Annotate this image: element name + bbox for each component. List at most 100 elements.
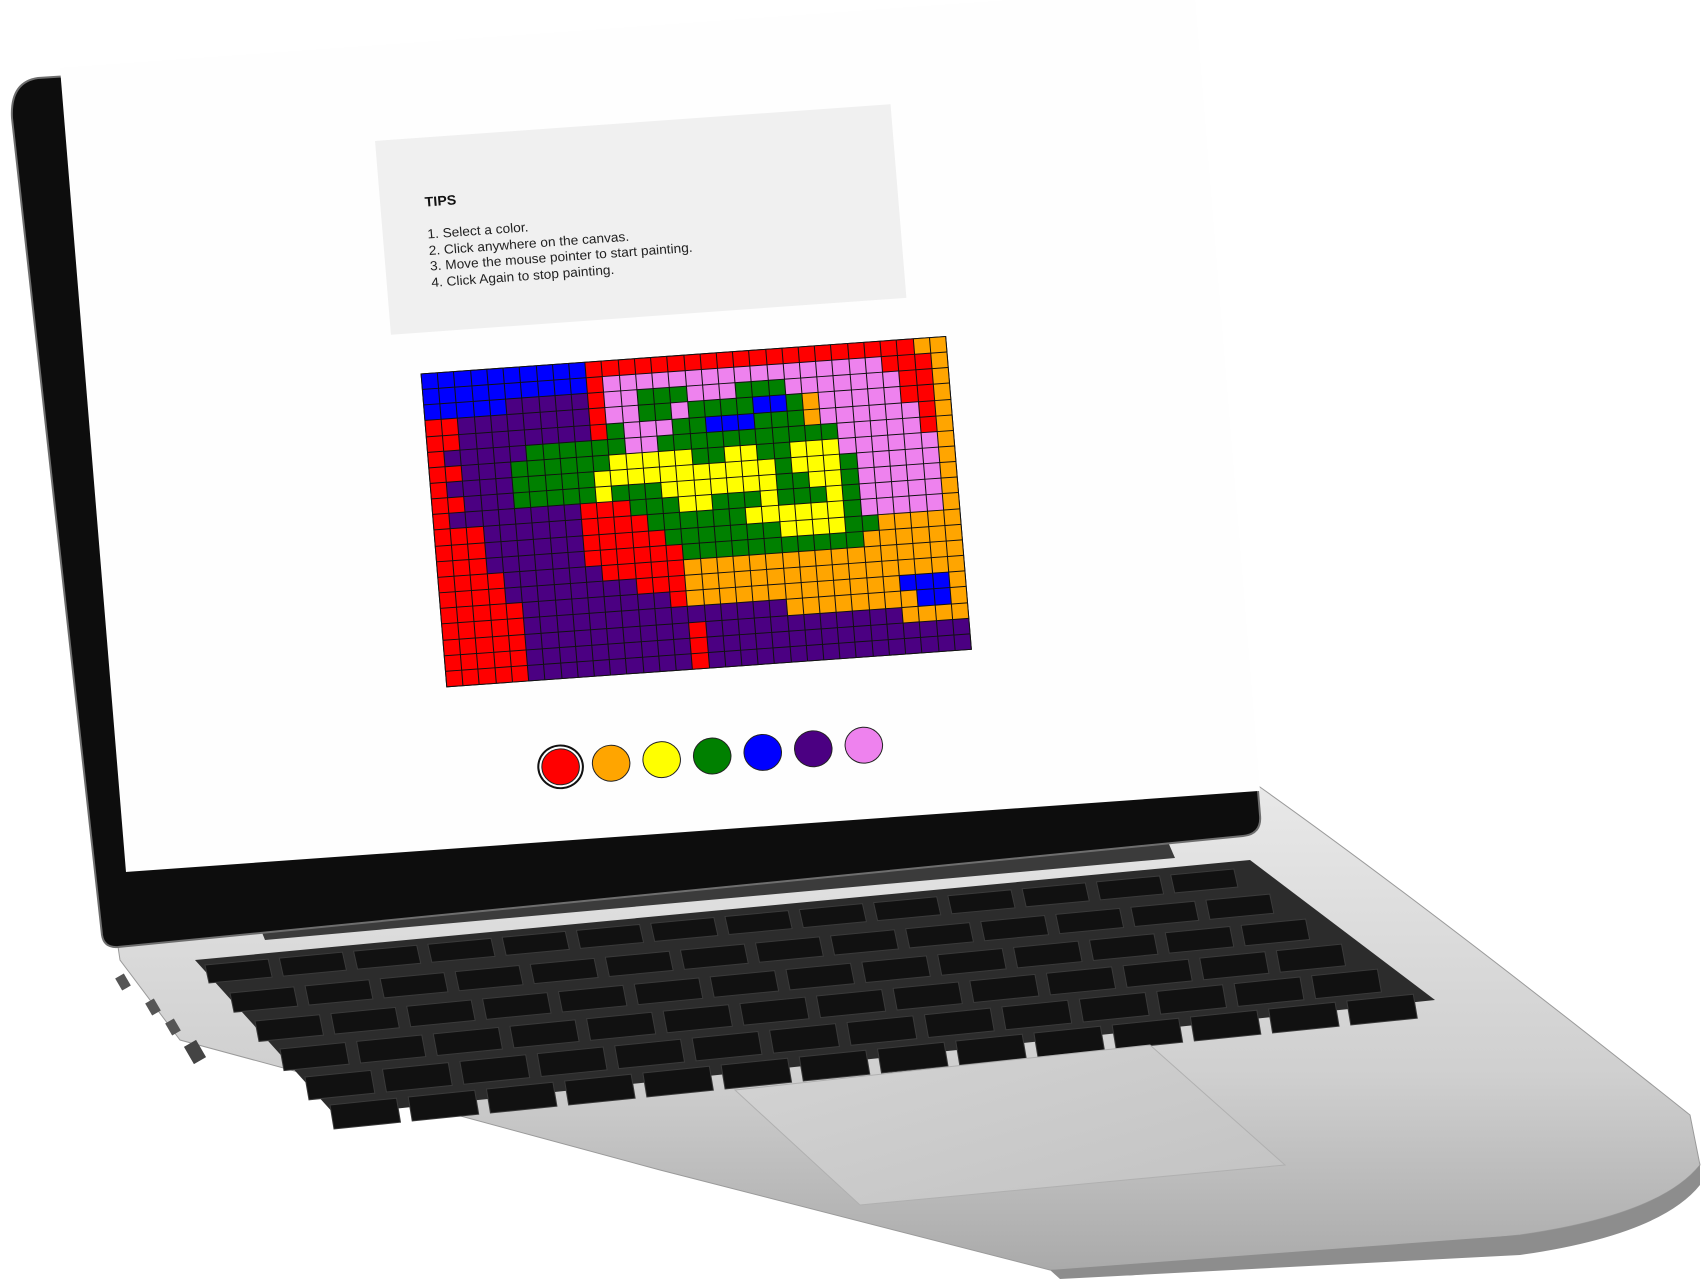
canvas-cell[interactable] xyxy=(510,650,527,666)
canvas-cell[interactable] xyxy=(663,513,681,530)
canvas-cell[interactable] xyxy=(871,435,889,452)
canvas-cell[interactable] xyxy=(609,658,627,675)
canvas-cell[interactable] xyxy=(474,621,492,638)
canvas-cell[interactable] xyxy=(903,417,921,434)
canvas-cell[interactable] xyxy=(686,385,704,402)
canvas-cell[interactable] xyxy=(464,496,482,512)
canvas-cell[interactable] xyxy=(806,440,823,456)
canvas-cell[interactable] xyxy=(921,432,938,448)
canvas-cell[interactable] xyxy=(878,513,895,530)
canvas-cell[interactable] xyxy=(531,507,549,523)
canvas-cell[interactable] xyxy=(569,362,586,379)
canvas-cell[interactable] xyxy=(896,528,913,544)
canvas-cell[interactable] xyxy=(618,563,636,580)
canvas-cell[interactable] xyxy=(931,352,948,369)
canvas-cell[interactable] xyxy=(561,473,579,490)
canvas-cell[interactable] xyxy=(469,558,487,575)
canvas-cell[interactable] xyxy=(651,561,669,578)
canvas-cell[interactable] xyxy=(658,450,676,467)
canvas-cell[interactable] xyxy=(669,575,686,592)
canvas-cell[interactable] xyxy=(640,625,657,641)
canvas-cell[interactable] xyxy=(586,377,604,393)
canvas-cell[interactable] xyxy=(807,455,825,472)
canvas-cell[interactable] xyxy=(936,415,953,431)
canvas-cell[interactable] xyxy=(864,546,882,562)
canvas-cell[interactable] xyxy=(877,498,894,514)
canvas-cell[interactable] xyxy=(507,618,525,635)
canvas-cell[interactable] xyxy=(650,545,667,562)
canvas-cell[interactable] xyxy=(720,399,738,415)
canvas-cell[interactable] xyxy=(841,469,859,485)
canvas-cell[interactable] xyxy=(481,494,498,511)
canvas-cell[interactable] xyxy=(707,636,724,652)
canvas-cell[interactable] xyxy=(607,627,624,644)
canvas-cell[interactable] xyxy=(942,493,960,510)
canvas-cell[interactable] xyxy=(625,641,642,658)
canvas-cell[interactable] xyxy=(595,486,613,503)
canvas-cell[interactable] xyxy=(870,419,888,436)
canvas-cell[interactable] xyxy=(494,462,512,479)
canvas-cell[interactable] xyxy=(702,384,720,401)
canvas-cell[interactable] xyxy=(932,572,950,589)
canvas-cell[interactable] xyxy=(723,634,741,651)
canvas-cell[interactable] xyxy=(783,567,801,584)
canvas-cell[interactable] xyxy=(918,400,936,417)
canvas-cell[interactable] xyxy=(898,559,916,576)
canvas-cell[interactable] xyxy=(639,420,657,437)
canvas-cell[interactable] xyxy=(864,341,881,358)
canvas-cell[interactable] xyxy=(717,556,734,573)
canvas-cell[interactable] xyxy=(563,489,580,505)
canvas-cell[interactable] xyxy=(600,549,618,566)
canvas-cell[interactable] xyxy=(638,404,656,421)
canvas-cell[interactable] xyxy=(773,647,791,663)
canvas-cell[interactable] xyxy=(490,604,507,621)
canvas-cell[interactable] xyxy=(880,545,898,561)
canvas-cell[interactable] xyxy=(868,593,885,609)
canvas-cell[interactable] xyxy=(757,648,775,665)
canvas-cell[interactable] xyxy=(803,408,821,425)
canvas-cell[interactable] xyxy=(589,613,607,629)
canvas-cell[interactable] xyxy=(754,412,772,429)
canvas-cell[interactable] xyxy=(438,576,455,593)
canvas-cell[interactable] xyxy=(447,481,464,498)
canvas-cell[interactable] xyxy=(597,502,614,519)
canvas-cell[interactable] xyxy=(708,651,725,668)
canvas-cell[interactable] xyxy=(795,503,812,520)
canvas-cell[interactable] xyxy=(733,351,750,367)
canvas-cell[interactable] xyxy=(559,442,576,458)
canvas-cell[interactable] xyxy=(598,517,615,534)
canvas-cell[interactable] xyxy=(907,464,924,481)
canvas-cell[interactable] xyxy=(439,592,457,609)
canvas-cell[interactable] xyxy=(720,603,738,620)
canvas-cell[interactable] xyxy=(623,421,641,438)
canvas-cell[interactable] xyxy=(617,548,634,564)
canvas-cell[interactable] xyxy=(493,446,511,463)
canvas-cell[interactable] xyxy=(657,639,675,656)
canvas-cell[interactable] xyxy=(810,487,827,503)
canvas-cell[interactable] xyxy=(629,500,647,516)
canvas-cell[interactable] xyxy=(564,504,581,521)
canvas-cell[interactable] xyxy=(491,620,508,636)
canvas-cell[interactable] xyxy=(631,515,648,532)
canvas-cell[interactable] xyxy=(459,433,477,450)
canvas-cell[interactable] xyxy=(430,482,448,499)
canvas-cell[interactable] xyxy=(906,448,923,465)
canvas-cell[interactable] xyxy=(626,453,643,469)
canvas-cell[interactable] xyxy=(528,664,545,681)
canvas-cell[interactable] xyxy=(505,587,522,604)
canvas-cell[interactable] xyxy=(732,539,749,556)
canvas-cell[interactable] xyxy=(513,492,531,509)
canvas-cell[interactable] xyxy=(554,584,571,600)
canvas-cell[interactable] xyxy=(690,637,708,654)
canvas-cell[interactable] xyxy=(522,397,540,414)
canvas-cell[interactable] xyxy=(478,463,496,480)
canvas-cell[interactable] xyxy=(747,523,764,539)
canvas-cell[interactable] xyxy=(814,534,831,550)
canvas-cell[interactable] xyxy=(588,392,605,409)
canvas-cell[interactable] xyxy=(603,376,620,392)
canvas-cell[interactable] xyxy=(503,367,521,384)
canvas-cell[interactable] xyxy=(474,416,492,433)
canvas-cell[interactable] xyxy=(551,552,569,569)
canvas-cell[interactable] xyxy=(623,626,641,643)
canvas-cell[interactable] xyxy=(602,564,619,581)
